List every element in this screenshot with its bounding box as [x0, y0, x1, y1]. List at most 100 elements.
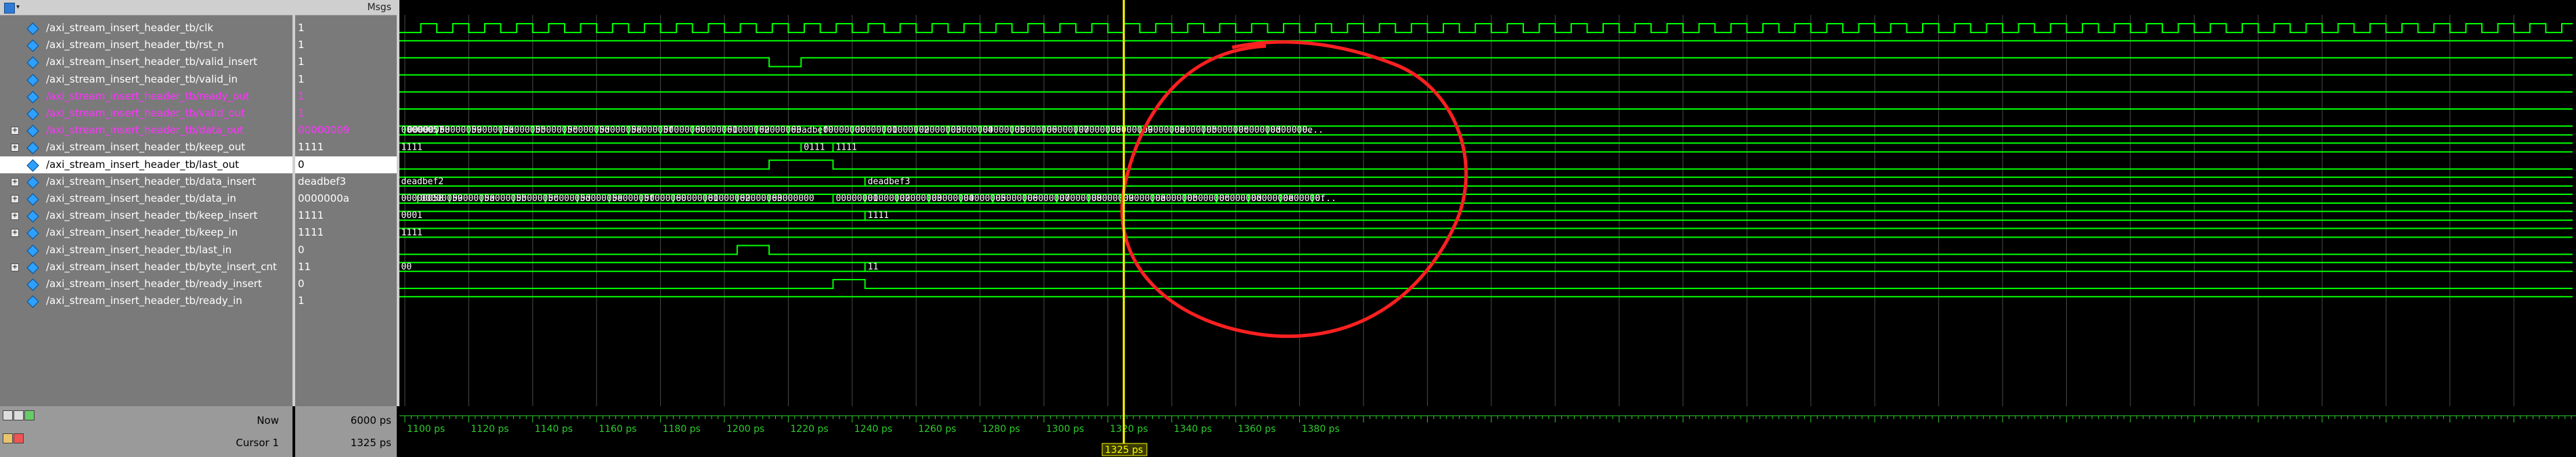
signal-row[interactable]: /axi_stream_insert_header_tb/valid_inser…	[0, 53, 292, 70]
signal-name: /axi_stream_insert_header_tb/clk	[46, 22, 214, 34]
cursor-name[interactable]: Cursor 1	[236, 437, 279, 449]
expand-icon[interactable]: +	[11, 127, 19, 135]
signal-value-row: deadbef3	[295, 173, 397, 190]
lock-icon[interactable]	[3, 433, 13, 443]
signal-diamond-icon	[26, 210, 39, 223]
now-label: Now	[257, 414, 279, 427]
expand-icon[interactable]: +	[11, 263, 19, 271]
signal-diamond-icon	[26, 91, 39, 104]
signal-name: /axi_stream_insert_header_tb/keep_out	[46, 141, 246, 154]
signal-name: /axi_stream_insert_header_tb/rst_n	[46, 39, 224, 51]
signal-diamond-icon	[26, 176, 39, 189]
signal-value-row: 11	[295, 259, 397, 276]
signal-row[interactable]: + /axi_stream_insert_header_tb/keep_inser…	[0, 207, 292, 224]
signal-row[interactable]: /axi_stream_insert_header_tb/ready_inser…	[0, 276, 292, 292]
keep-out-wave-value-label: 0111	[804, 142, 825, 152]
data-insert-wave-value-label: deadbef2	[401, 177, 444, 187]
ruler-tick-label: 1220 ps	[790, 424, 828, 435]
signal-diamond-icon	[26, 142, 39, 155]
signal-row[interactable]: /axi_stream_insert_header_tb/clk	[0, 20, 292, 37]
msgs-header-label: Msgs	[367, 2, 391, 13]
ruler-tick-label: 1340 ps	[1174, 424, 1212, 435]
signal-row[interactable]: /axi_stream_insert_header_tb/last_out	[0, 156, 292, 173]
signal-value-row: 1	[295, 88, 397, 105]
ruler-tick-label: 1360 ps	[1238, 424, 1275, 435]
signal-value: 0	[298, 278, 305, 290]
zoom-icon[interactable]	[3, 410, 13, 420]
signal-row[interactable]: + /axi_stream_insert_header_tb/data_in	[0, 190, 292, 207]
signal-value-row: 0	[295, 156, 397, 173]
signal-value-row: 1	[295, 20, 397, 37]
remove-cursor-icon[interactable]	[14, 433, 24, 443]
expand-icon[interactable]: +	[11, 144, 19, 152]
signal-row[interactable]: /axi_stream_insert_header_tb/ready_out	[0, 88, 292, 105]
signal-value-panel: Msgs 1 1 1 1 1 1 00000009 1111 0 deadbef3 0000000a…	[295, 0, 397, 406]
expand-icon[interactable]: +	[11, 195, 19, 203]
time-ruler[interactable]: 1100 ps 1120 ps 1140 ps 1160 ps 1180 ps 1200 …	[399, 406, 2576, 457]
ruler-tick-label: 1160 ps	[598, 424, 636, 435]
signal-name: /axi_stream_insert_header_tb/keep_in	[46, 226, 238, 239]
signal-value: 1	[298, 39, 305, 51]
dropdown-arrow-icon[interactable]: ▾	[16, 0, 20, 15]
expand-icon[interactable]: +	[11, 229, 19, 238]
expand-icon[interactable]: +	[11, 177, 19, 186]
signal-value-row: 1	[295, 53, 397, 70]
signal-value: 1	[298, 22, 305, 34]
signal-row[interactable]: /axi_stream_insert_header_tb/valid_out	[0, 105, 292, 122]
ruler-tick-label: 1180 ps	[663, 424, 701, 435]
signal-value: 0	[298, 158, 305, 171]
signal-value-row: 1	[295, 292, 397, 309]
waveform-canvas[interactable]: 0000005700000058000000590000005a0000005b…	[399, 0, 2576, 406]
keep-insert-wave-value-label: 1111	[868, 211, 889, 221]
signal-name: /axi_stream_insert_header_tb/keep_insert	[46, 209, 258, 222]
signal-value: 1	[298, 107, 305, 119]
cursor-value: 1325 ps	[350, 437, 391, 449]
signal-diamond-icon	[26, 125, 39, 137]
signal-value: 1	[298, 89, 305, 102]
grid-icon[interactable]	[14, 410, 24, 420]
signal-value-row: 1	[295, 37, 397, 53]
signal-row[interactable]: + /axi_stream_insert_header_tb/keep_in	[0, 224, 292, 241]
signal-row[interactable]: + /axi_stream_insert_header_tb/data_inser…	[0, 173, 292, 190]
signal-row[interactable]: /axi_stream_insert_header_tb/valid_in	[0, 71, 292, 88]
signal-row[interactable]: + /axi_stream_insert_header_tb/byte_inser…	[0, 259, 292, 276]
signal-diamond-icon	[26, 56, 39, 70]
byte-insert-cnt-wave-value-label: 00	[401, 262, 412, 272]
signal-name: /axi_stream_insert_header_tb/valid_out	[46, 107, 245, 119]
signal-value: 1111	[298, 209, 324, 222]
data-in-wave-value-label: 00000000	[772, 194, 814, 204]
ready-insert-wave	[399, 279, 2573, 289]
add-cursor-icon[interactable]	[24, 410, 35, 420]
signal-name: /axi_stream_insert_header_tb/ready_out	[46, 89, 250, 102]
signal-value: 1111	[298, 226, 324, 239]
signal-row[interactable]: /axi_stream_insert_header_tb/rst_n	[0, 37, 292, 53]
signal-row[interactable]: + /axi_stream_insert_header_tb/keep_out	[0, 139, 292, 156]
signal-diamond-icon	[26, 261, 39, 274]
data-out-wave-value-label: 0...	[1303, 125, 1324, 135]
clk-wave	[399, 23, 2573, 33]
ruler-tick-label: 1140 ps	[535, 424, 573, 435]
panel-splitter[interactable]	[292, 0, 295, 457]
signal-diamond-icon	[26, 73, 39, 87]
signal-diamond-icon	[26, 39, 39, 52]
waveform-panel[interactable]: 00000057 00000058 00000059 0000005a 0000005b…	[399, 0, 2576, 406]
keep-out-wave-value-label: 1111	[835, 142, 856, 152]
signal-value: 1	[298, 56, 305, 68]
cursor-time-label: 1325 ps	[1105, 445, 1143, 456]
signal-name: /axi_stream_insert_header_tb/valid_inser…	[46, 56, 258, 68]
wave-toolbar-icon[interactable]	[4, 3, 15, 14]
signal-name-panel: ▾ /axi_stream_insert_header_tb/clk/axi_s…	[0, 0, 292, 406]
signal-row[interactable]: + /axi_stream_insert_header_tb/data_out	[0, 122, 292, 139]
expand-icon[interactable]: +	[11, 212, 19, 221]
signal-value: 1	[298, 72, 305, 85]
keep-insert-wave-value-label: 0001	[401, 211, 422, 221]
signal-value-row: 1111	[295, 224, 397, 241]
signal-diamond-icon	[26, 22, 39, 35]
signal-name: /axi_stream_insert_header_tb/ready_in	[46, 295, 242, 307]
signal-name: /axi_stream_insert_header_tb/valid_in	[46, 72, 238, 85]
signal-row[interactable]: /axi_stream_insert_header_tb/ready_in	[0, 292, 292, 309]
ruler-tick-label: 1200 ps	[726, 424, 764, 435]
signal-diamond-icon	[26, 295, 39, 308]
signal-row[interactable]: /axi_stream_insert_header_tb/last_in	[0, 242, 292, 259]
signal-value-row: 1	[295, 71, 397, 88]
